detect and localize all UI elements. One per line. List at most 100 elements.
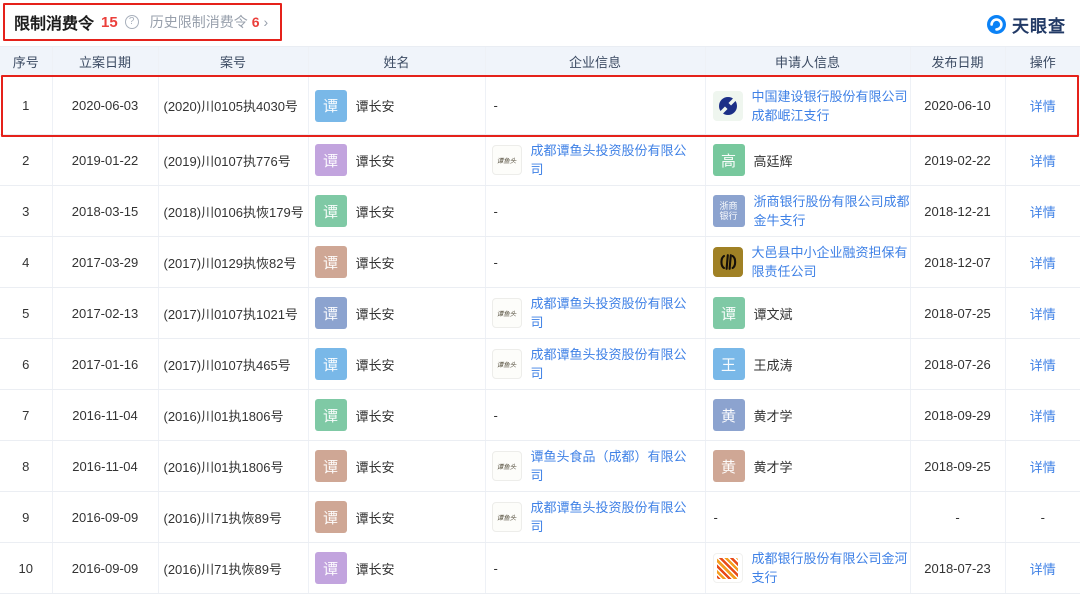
publish-date: 2018-07-23 xyxy=(909,542,1005,594)
publish-date: 2018-07-25 xyxy=(909,287,1005,339)
case-no: (2016)川71执恢89号 xyxy=(157,542,308,594)
filing-date: 2016-09-09 xyxy=(51,491,158,543)
person-avatar: 谭 xyxy=(314,195,347,227)
person-avatar: 谭 xyxy=(314,348,347,380)
table-row: 8 2016-11-04 (2016)川01执1806号 谭 谭长安 谭鱼头 谭… xyxy=(0,440,1080,492)
col-header-publish-date: 发布日期 xyxy=(909,46,1005,77)
company-link[interactable]: 成都谭鱼头投资股份有限公司 xyxy=(531,498,693,536)
avatar-line2: 银行 xyxy=(719,211,738,221)
tanyutou-company-logo-icon: 谭鱼头 xyxy=(491,502,522,532)
detail-link[interactable]: 详情 xyxy=(1030,154,1056,169)
chengdu-bank-logo-icon xyxy=(712,553,743,583)
case-no: (2018)川0106执恢179号 xyxy=(157,185,308,237)
table-row: 3 2018-03-15 (2018)川0106执恢179号 谭 谭长安 - 浙… xyxy=(0,185,1080,237)
col-header-no: 序号 xyxy=(0,46,52,77)
row-no: 2 xyxy=(0,134,52,186)
case-no: (2019)川0107执776号 xyxy=(157,134,308,186)
publish-date: 2018-09-25 xyxy=(909,440,1005,492)
applicant-company-link[interactable]: 大邑县中小企业融资担保有限责任公司 xyxy=(752,243,910,281)
history-restriction-link[interactable]: 历史限制消费令 6 › xyxy=(150,12,268,32)
publish-date: 2018-12-21 xyxy=(909,185,1005,237)
person-avatar: 谭 xyxy=(314,399,347,431)
detail-link[interactable]: 详情 xyxy=(1030,409,1056,424)
applicant-avatar: 黄 xyxy=(712,399,745,431)
company-link[interactable]: 成都谭鱼头投资股份有限公司 xyxy=(531,141,693,179)
row-no: 6 xyxy=(0,338,52,390)
case-no: (2017)川0129执恢82号 xyxy=(157,236,308,288)
tanyutou-company-logo-icon: 谭鱼头 xyxy=(491,145,522,175)
applicant-avatar: 高 xyxy=(712,144,745,176)
action-empty: - xyxy=(1040,509,1045,525)
detail-link[interactable]: 详情 xyxy=(1030,562,1056,577)
detail-link[interactable]: 详情 xyxy=(1030,358,1056,373)
case-no: (2020)川0105执4030号 xyxy=(157,76,308,135)
applicant-name: 黄才学 xyxy=(753,459,793,475)
person-name: 谭长安 xyxy=(355,99,395,114)
col-header-filing-date: 立案日期 xyxy=(51,46,158,77)
detail-link[interactable]: 详情 xyxy=(1030,460,1056,475)
table-row: 4 2017-03-29 (2017)川0129执恢82号 谭 谭长安 - 大邑… xyxy=(0,236,1080,288)
company-empty: - xyxy=(493,407,498,423)
table-row: 7 2016-11-04 (2016)川01执1806号 谭 谭长安 - 黄 黄… xyxy=(0,389,1080,441)
table-row: 9 2016-09-09 (2016)川71执恢89号 谭 谭长安 谭鱼头 成都… xyxy=(0,491,1080,543)
company-empty: - xyxy=(493,560,498,576)
person-avatar: 谭 xyxy=(314,450,347,482)
applicant-name: 王成涛 xyxy=(753,357,793,373)
applicant-name: 高廷辉 xyxy=(753,153,793,169)
filing-date: 2017-01-16 xyxy=(51,338,158,390)
title-annotation-box: 限制消费令 15 ? 历史限制消费令 6 › xyxy=(3,3,283,41)
restriction-orders-page: 限制消费令 15 ? 历史限制消费令 6 › 天眼查 序号 立案日期 案号 姓名… xyxy=(0,0,1080,598)
filing-date: 2020-06-03 xyxy=(51,76,158,135)
person-name: 谭长安 xyxy=(355,255,395,271)
company-link[interactable]: 成都谭鱼头投资股份有限公司 xyxy=(531,294,693,332)
filing-date: 2017-02-13 xyxy=(51,287,158,339)
publish-date: 2019-02-22 xyxy=(909,134,1005,186)
page-title: 限制消费令 xyxy=(14,16,95,33)
publish-date: 2020-06-10 xyxy=(909,76,1005,135)
tianyancha-logo-icon xyxy=(986,14,1007,35)
person-name: 谭长安 xyxy=(355,408,395,424)
person-name: 谭长安 xyxy=(355,306,395,322)
col-header-name: 姓名 xyxy=(307,46,485,77)
case-no: (2016)川71执恢89号 xyxy=(157,491,308,543)
restriction-count: 15 xyxy=(101,13,118,31)
detail-link[interactable]: 详情 xyxy=(1030,307,1056,322)
publish-date: 2018-07-26 xyxy=(909,338,1005,390)
person-avatar: 谭 xyxy=(314,297,347,329)
col-header-applicant: 申请人信息 xyxy=(704,46,910,77)
person-name: 谭长安 xyxy=(355,561,395,577)
history-link-label: 历史限制消费令 xyxy=(149,14,248,30)
applicant-name: 黄才学 xyxy=(753,408,793,424)
table-row: 10 2016-09-09 (2016)川71执恢89号 谭 谭长安 - 成都银… xyxy=(0,542,1080,594)
filing-date: 2016-11-04 xyxy=(51,389,158,441)
filing-date: 2016-09-09 xyxy=(51,542,158,594)
company-link[interactable]: 成都谭鱼头投资股份有限公司 xyxy=(531,345,693,383)
detail-link[interactable]: 详情 xyxy=(1030,256,1056,271)
detail-link[interactable]: 详情 xyxy=(1030,99,1056,114)
person-name: 谭长安 xyxy=(355,153,395,169)
applicant-company-link[interactable]: 浙商银行股份有限公司成都金牛支行 xyxy=(754,192,910,230)
applicant-company-link[interactable]: 成都银行股份有限公司金河支行 xyxy=(752,549,910,587)
case-no: (2017)川0107执465号 xyxy=(157,338,308,390)
applicant-empty: - xyxy=(713,509,718,525)
applicant-avatar: 黄 xyxy=(712,450,745,482)
topbar: 限制消费令 15 ? 历史限制消费令 6 › 天眼查 xyxy=(0,0,1080,46)
filing-date: 2017-03-29 xyxy=(51,236,158,288)
brand-watermark: 天眼查 xyxy=(986,12,1066,37)
person-avatar: 谭 xyxy=(314,144,347,176)
applicant-avatar: 谭 xyxy=(712,297,745,329)
help-icon[interactable]: ? xyxy=(124,15,139,29)
table-row: 2 2019-01-22 (2019)川0107执776号 谭 谭长安 谭鱼头 … xyxy=(0,134,1080,186)
filing-date: 2016-11-04 xyxy=(51,440,158,492)
brand-name: 天眼查 xyxy=(1012,17,1066,36)
detail-link[interactable]: 详情 xyxy=(1030,205,1056,220)
history-count: 6 xyxy=(251,14,260,30)
col-header-company: 企业信息 xyxy=(484,46,705,77)
table-row: 5 2017-02-13 (2017)川0107执1021号 谭 谭长安 谭鱼头… xyxy=(0,287,1080,339)
row-no: 10 xyxy=(0,542,52,594)
person-avatar: 谭 xyxy=(314,89,347,122)
person-avatar: 谭 xyxy=(314,552,347,584)
applicant-company-link[interactable]: 中国建设银行股份有限公司成都岷江支行 xyxy=(752,87,910,125)
company-link[interactable]: 谭鱼头食品（成都）有限公司 xyxy=(531,447,693,485)
row-no: 1 xyxy=(0,76,52,135)
